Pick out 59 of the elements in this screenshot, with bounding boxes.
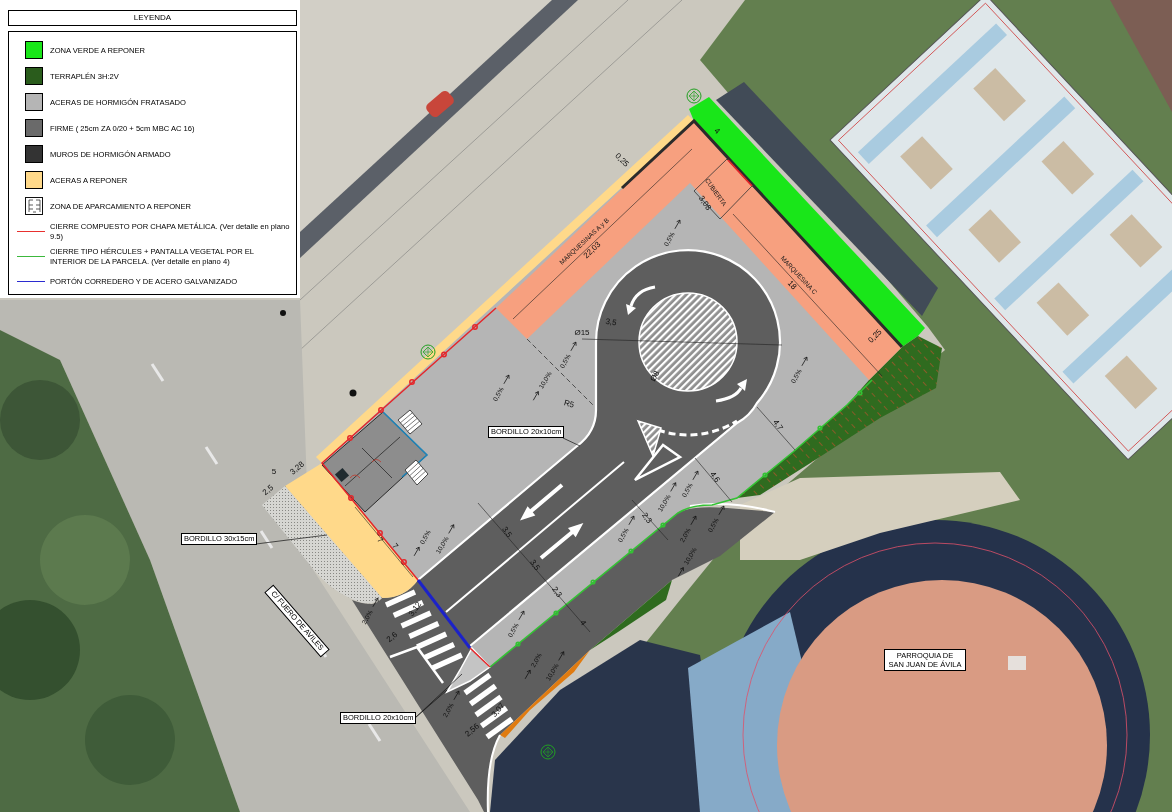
legend-title: LEYENDA bbox=[8, 10, 297, 26]
slope-arrow-icon bbox=[518, 610, 525, 621]
slope-arrow-icon bbox=[453, 690, 460, 701]
point-marker-icon bbox=[280, 310, 286, 316]
dimension-label: 7 bbox=[390, 541, 400, 551]
traffic-island bbox=[445, 646, 492, 694]
slope-arrow-icon bbox=[558, 651, 565, 661]
stairs bbox=[397, 409, 423, 435]
dimension-label: 2,6 bbox=[384, 630, 400, 644]
slope-arrow-icon bbox=[674, 219, 681, 230]
slope-arrow-icon bbox=[372, 597, 379, 608]
dimension-label: 2,3 bbox=[550, 584, 564, 600]
dimension-label: 7 bbox=[375, 535, 385, 545]
slope-arrow-icon bbox=[692, 470, 699, 481]
dimension-label: 4,6 bbox=[708, 469, 722, 485]
point-marker-icon bbox=[349, 389, 357, 397]
dimension-line bbox=[694, 457, 733, 503]
dimension-label: Ø15 bbox=[574, 327, 590, 337]
road-marking bbox=[389, 645, 444, 684]
slope-arrow-icon bbox=[570, 341, 577, 352]
slope-arrow-icon bbox=[524, 669, 531, 680]
dimension-label: 3,5 bbox=[500, 524, 514, 540]
dimension-label: 4,7 bbox=[771, 417, 785, 433]
dimension-line bbox=[354, 506, 414, 578]
dimension-label: 2,3 bbox=[640, 510, 654, 526]
slope-arrow-icon bbox=[413, 546, 420, 557]
dimension-label: 2,5 bbox=[260, 483, 276, 497]
slope-arrow-icon bbox=[532, 391, 539, 401]
sheet-metal-fence bbox=[727, 159, 753, 187]
dimension-label: 3,5 bbox=[604, 316, 618, 328]
lane-arrow-icon bbox=[539, 522, 584, 560]
slope-arrow-icon bbox=[503, 374, 510, 385]
slope-arrow-icon bbox=[448, 524, 455, 534]
dimension-label: R5 bbox=[562, 398, 576, 410]
dimension-label: 3,5 bbox=[528, 557, 542, 573]
stairs bbox=[404, 459, 429, 486]
splitter-island bbox=[636, 419, 662, 459]
slope-arrow-icon bbox=[628, 515, 635, 526]
tree-symbol-icon bbox=[540, 744, 556, 760]
parking-pattern-icon bbox=[25, 197, 43, 215]
dimension-label: 4 bbox=[712, 126, 722, 136]
curved-arrow-icon bbox=[626, 285, 656, 315]
slope-arrow-icon bbox=[670, 482, 677, 492]
dimension-line bbox=[756, 406, 796, 451]
sheet-metal-fence bbox=[469, 647, 491, 668]
slope-arrow-icon bbox=[718, 505, 725, 516]
dimension-label: 5 bbox=[271, 466, 277, 476]
lane-arrow-icon bbox=[520, 483, 564, 521]
leader-line bbox=[562, 437, 581, 447]
tree-symbol-icon bbox=[686, 88, 702, 104]
slope-arrow-icon bbox=[801, 356, 808, 367]
chimney bbox=[1008, 656, 1026, 670]
roof-section bbox=[693, 158, 753, 220]
curved-arrow-icon bbox=[715, 379, 747, 403]
yield-triangle-icon bbox=[633, 443, 683, 482]
tree-symbol-icon bbox=[420, 344, 436, 360]
slope-arrow-icon bbox=[690, 515, 697, 526]
slope-arrow-icon bbox=[677, 567, 684, 577]
dimension-label: Ø8 bbox=[648, 369, 662, 383]
